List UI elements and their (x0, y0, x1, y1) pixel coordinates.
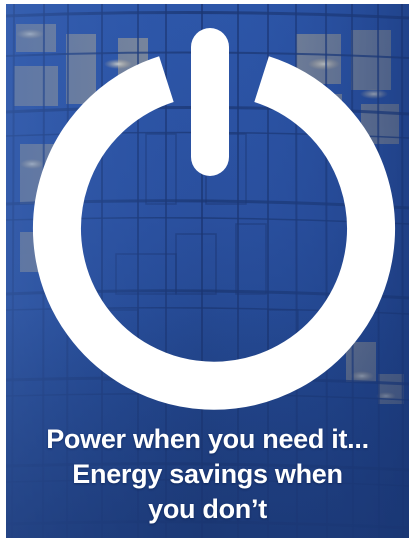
tagline: Power when you need it... Energy savings… (6, 422, 409, 527)
power-stem (191, 28, 229, 176)
tagline-line-2: Energy savings when (72, 459, 343, 489)
energy-savings-poster: Power when you need it... Energy savings… (6, 4, 409, 538)
tagline-line-3: you don’t (148, 494, 267, 524)
tagline-line-1: Power when you need it... (46, 424, 369, 454)
